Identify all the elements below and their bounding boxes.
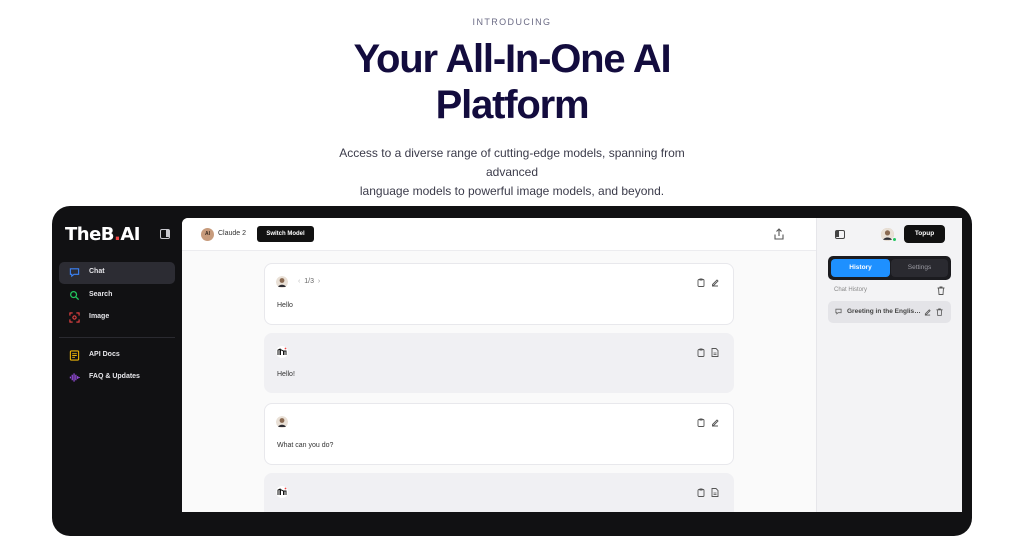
assistant-avatar: [276, 346, 288, 358]
hero-subtitle-line1: Access to a diverse range of cutting-edg…: [339, 146, 685, 179]
chat-message-assistant: Hello!: [264, 333, 734, 393]
chat-topbar: AI Claude 2 Switch Model: [182, 218, 816, 251]
search-icon: [69, 290, 80, 301]
trash-icon[interactable]: [936, 308, 943, 316]
message-text: What can you do?: [277, 442, 334, 449]
sidebar-collapse-icon[interactable]: [160, 229, 170, 239]
assistant-avatar: [276, 486, 288, 498]
switch-model-button[interactable]: Switch Model: [257, 226, 314, 242]
model-avatar: AI: [201, 228, 214, 241]
audio-wave-icon: [69, 372, 80, 383]
message-actions: [697, 418, 721, 428]
topup-button[interactable]: Topup: [904, 225, 945, 243]
chevron-left-icon[interactable]: ‹: [298, 278, 300, 285]
response-pager[interactable]: ‹ 1/3 ›: [298, 278, 320, 285]
copy-icon[interactable]: [697, 278, 705, 287]
copy-icon[interactable]: [697, 488, 705, 497]
share-icon[interactable]: [773, 228, 785, 240]
trash-icon[interactable]: [937, 286, 945, 295]
message-actions: [697, 348, 721, 358]
sidebar: TheB.AI Chat Search Image API Docs FAQ &…: [52, 206, 182, 512]
edit-icon[interactable]: [924, 308, 931, 316]
tab-settings[interactable]: Settings: [891, 259, 948, 277]
document-icon[interactable]: [711, 348, 719, 357]
edit-icon[interactable]: [711, 418, 719, 427]
message-actions: [697, 488, 721, 498]
hero-subtitle-line2: language models to powerful image models…: [359, 184, 665, 198]
sidebar-item-label: Chat: [89, 268, 105, 275]
tab-history[interactable]: History: [831, 259, 890, 277]
chat-history-label: Chat History: [834, 287, 868, 293]
hero-subtitle: Access to a diverse range of cutting-edg…: [0, 144, 1024, 201]
message-actions: [697, 278, 721, 288]
sidebar-item-label: Search: [89, 291, 113, 298]
online-status-dot: [892, 237, 897, 242]
edit-icon[interactable]: [711, 278, 719, 287]
chevron-right-icon[interactable]: ›: [318, 278, 320, 285]
document-icon: [69, 350, 80, 361]
pager-count: 1/3: [304, 278, 314, 285]
sidebar-item-label: FAQ & Updates: [89, 373, 140, 380]
chat-bubble-icon: [69, 267, 80, 278]
sidebar-item-chat[interactable]: Chat: [59, 262, 175, 284]
message-text: Hello!: [277, 371, 295, 378]
logo-text-2: AI: [120, 224, 141, 245]
page-title: Your All-In-One AI Platform: [0, 36, 1024, 128]
sidebar-item-label: Image: [89, 313, 110, 320]
chat-message-user: What can you do?: [264, 403, 734, 465]
sidebar-item-label: API Docs: [89, 351, 120, 358]
logo[interactable]: TheB.AI: [65, 224, 141, 245]
sidebar-item-faq-updates[interactable]: FAQ & Updates: [59, 367, 175, 389]
user-avatar: [276, 276, 288, 288]
eyebrow-text: INTRODUCING: [472, 17, 552, 27]
chat-bubble-icon: [835, 308, 842, 318]
model-name: Claude 2: [218, 230, 247, 237]
chat-main: AI Claude 2 Switch Model ‹ 1/3 › Hello H…: [182, 218, 816, 512]
history-item-title: Greeting in the English language: [847, 308, 921, 315]
history-item[interactable]: Greeting in the English language: [828, 301, 951, 323]
logo-text-1: TheB: [65, 224, 115, 245]
copy-icon[interactable]: [697, 348, 705, 357]
chat-message-assistant: [264, 473, 734, 512]
sidebar-item-image[interactable]: Image: [59, 307, 175, 329]
user-avatar: [276, 416, 288, 428]
document-icon[interactable]: [711, 488, 719, 497]
copy-icon[interactable]: [697, 418, 705, 427]
message-text: Hello: [277, 302, 293, 309]
sidebar-divider: [59, 337, 175, 338]
sidebar-item-api-docs[interactable]: API Docs: [59, 345, 175, 367]
sidebar-item-search[interactable]: Search: [59, 285, 175, 307]
right-panel: Topup History Settings Chat History Gree…: [816, 218, 962, 512]
image-scan-icon: [69, 312, 80, 323]
chat-message-user: ‹ 1/3 › Hello: [264, 263, 734, 325]
panel-toggle-icon[interactable]: [835, 230, 845, 239]
page-title-line1: Your All-In-One AI: [353, 37, 672, 81]
panel-tabs: History Settings: [828, 256, 951, 280]
page-title-line2: Platform: [435, 83, 590, 127]
